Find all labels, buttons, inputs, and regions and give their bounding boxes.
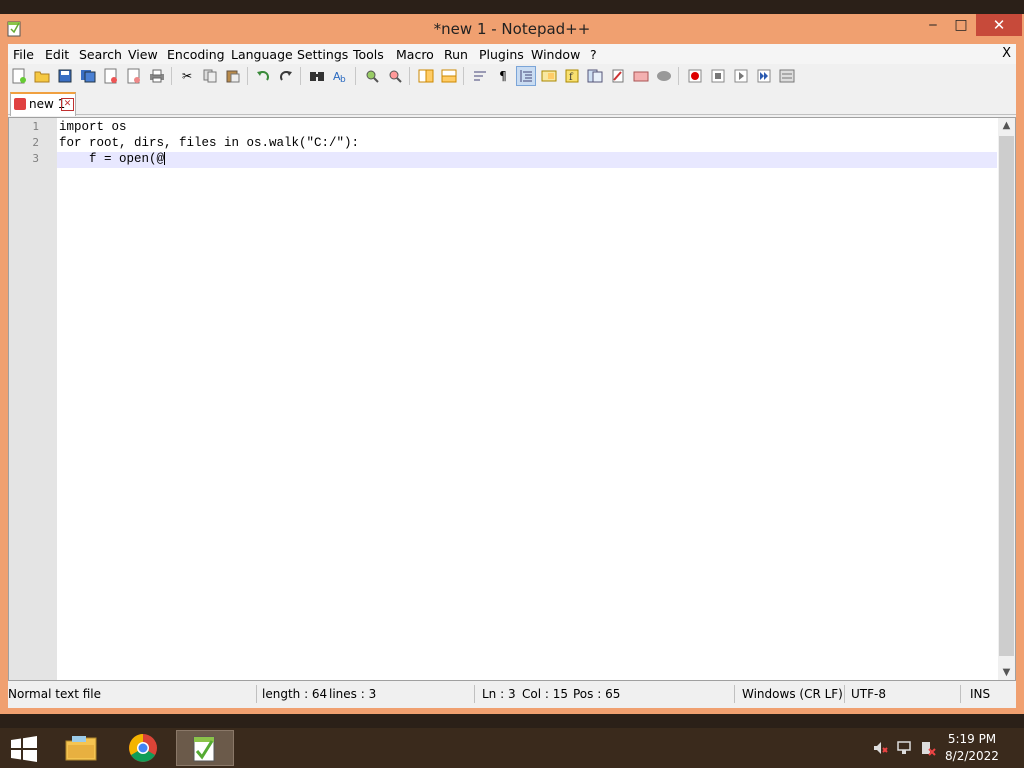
sync-horizontal-icon[interactable]: [440, 67, 458, 85]
record-macro-icon[interactable]: [686, 67, 704, 85]
action-center-icon[interactable]: [920, 740, 936, 756]
editor-pane[interactable]: 1 2 3 import os for root, dirs, files in…: [8, 117, 1016, 681]
menu-help[interactable]: ?: [590, 47, 597, 62]
status-line-number: Ln : 3: [482, 687, 516, 701]
maximize-button[interactable]: □: [948, 14, 974, 36]
word-wrap-icon[interactable]: [471, 67, 489, 85]
play-macro-icon[interactable]: [732, 67, 750, 85]
menu-run[interactable]: Run: [444, 47, 468, 62]
code-line[interactable]: for root, dirs, files in os.walk("C:/"):: [59, 135, 359, 151]
clipboard-history-icon[interactable]: [632, 67, 650, 85]
tab-close-icon[interactable]: ✕: [61, 98, 74, 111]
menu-bar: File Edit Search View Encoding Language …: [8, 44, 1016, 64]
open-file-icon[interactable]: [33, 67, 51, 85]
save-macro-icon[interactable]: [778, 67, 796, 85]
network-icon[interactable]: [896, 740, 912, 756]
close-icon[interactable]: [102, 67, 120, 85]
chrome-icon[interactable]: [114, 730, 172, 766]
status-bar: Normal text file length : 64 lines : 3 L…: [8, 682, 1016, 708]
menu-encoding[interactable]: Encoding: [167, 47, 225, 62]
text-caret: [164, 152, 166, 166]
undo-icon[interactable]: [254, 67, 272, 85]
toolbar: ✂ Ab ¶ f: [8, 64, 1016, 88]
menu-plugins[interactable]: Plugins: [479, 47, 524, 62]
line-number-gutter: 1 2 3: [9, 118, 57, 680]
clock-date[interactable]: 8/2/2022: [940, 749, 1004, 763]
save-all-icon[interactable]: [79, 67, 97, 85]
menu-macro[interactable]: Macro: [396, 47, 434, 62]
close-window-button[interactable]: ✕: [976, 14, 1022, 36]
replace-icon[interactable]: Ab: [331, 67, 349, 85]
tab-new-1[interactable]: new 1 ✕: [10, 92, 76, 116]
title-bar[interactable]: *new 1 - Notepad++ ‒ □ ✕: [0, 14, 1024, 44]
status-insert-mode: INS: [970, 687, 991, 701]
code-line[interactable]: import os: [59, 119, 127, 135]
code-line-current[interactable]: f = open(@: [59, 151, 166, 167]
new-file-icon[interactable]: [10, 67, 28, 85]
status-file-type: Normal text file: [8, 687, 102, 701]
redo-icon[interactable]: [277, 67, 295, 85]
find-icon[interactable]: [308, 67, 326, 85]
volume-muted-icon[interactable]: [872, 740, 888, 756]
menu-tools[interactable]: Tools: [353, 47, 384, 62]
zoom-in-icon[interactable]: [363, 67, 381, 85]
status-encoding: UTF-8: [851, 687, 886, 701]
sync-vertical-icon[interactable]: [417, 67, 435, 85]
document-map-icon[interactable]: [540, 67, 558, 85]
notepad-plus-plus-window: *new 1 - Notepad++ ‒ □ ✕ File Edit Searc…: [0, 14, 1024, 714]
menu-settings[interactable]: Settings: [297, 47, 348, 62]
char-panel-icon[interactable]: [655, 67, 673, 85]
code-line-text: f = open(@: [59, 152, 165, 166]
menu-language[interactable]: Language: [231, 47, 293, 62]
status-eol: Windows (CR LF): [742, 687, 843, 701]
folder-as-workspace-icon[interactable]: [586, 67, 604, 85]
line-number: 3: [32, 152, 39, 165]
vertical-scrollbar[interactable]: ▲ ▼: [998, 118, 1015, 680]
menu-window[interactable]: Window: [531, 47, 580, 62]
print-icon[interactable]: [148, 67, 166, 85]
monitoring-icon[interactable]: [609, 67, 627, 85]
scroll-down-arrow-icon[interactable]: ▼: [998, 667, 1015, 678]
status-lines: lines : 3: [329, 687, 377, 701]
app-client-area: File Edit Search View Encoding Language …: [8, 44, 1016, 708]
taskbar: 5:19 PM 8/2/2022: [0, 728, 1024, 768]
close-document-button[interactable]: X: [1002, 46, 1011, 61]
run-macro-multiple-icon[interactable]: [755, 67, 773, 85]
menu-file[interactable]: File: [13, 47, 34, 62]
copy-icon[interactable]: [201, 67, 219, 85]
line-number: 2: [32, 136, 39, 149]
notepad-plus-plus-icon[interactable]: [176, 730, 234, 766]
menu-edit[interactable]: Edit: [45, 47, 69, 62]
clock-time[interactable]: 5:19 PM: [942, 732, 1002, 746]
indent-guide-icon[interactable]: [516, 66, 536, 86]
menu-view[interactable]: View: [128, 47, 158, 62]
function-list-icon[interactable]: f: [563, 67, 581, 85]
cut-icon[interactable]: ✂: [178, 67, 196, 85]
windows-start-icon[interactable]: [10, 736, 38, 762]
tab-bar: new 1 ✕: [8, 88, 1016, 116]
save-icon[interactable]: [56, 67, 74, 85]
close-all-icon[interactable]: [125, 67, 143, 85]
system-tray: [870, 740, 940, 758]
file-explorer-icon[interactable]: [52, 730, 110, 766]
svg-text:b: b: [340, 75, 346, 83]
stop-record-icon[interactable]: [709, 67, 727, 85]
scrollbar-thumb[interactable]: [999, 136, 1014, 656]
zoom-out-icon[interactable]: [386, 67, 404, 85]
unsaved-file-icon: [14, 98, 26, 110]
show-all-chars-icon[interactable]: ¶: [494, 67, 512, 85]
tab-label: new 1: [29, 97, 66, 111]
line-number: 1: [32, 120, 39, 133]
minimize-button[interactable]: ‒: [920, 14, 946, 36]
status-column: Col : 15: [522, 687, 568, 701]
current-line-highlight: [57, 152, 997, 168]
status-length: length : 64: [262, 687, 328, 701]
status-position: Pos : 65: [573, 687, 621, 701]
window-title: *new 1 - Notepad++: [433, 20, 591, 38]
paste-icon[interactable]: [224, 67, 242, 85]
code-area[interactable]: import os for root, dirs, files in os.wa…: [57, 118, 997, 680]
scroll-up-arrow-icon[interactable]: ▲: [998, 120, 1015, 131]
menu-search[interactable]: Search: [79, 47, 122, 62]
